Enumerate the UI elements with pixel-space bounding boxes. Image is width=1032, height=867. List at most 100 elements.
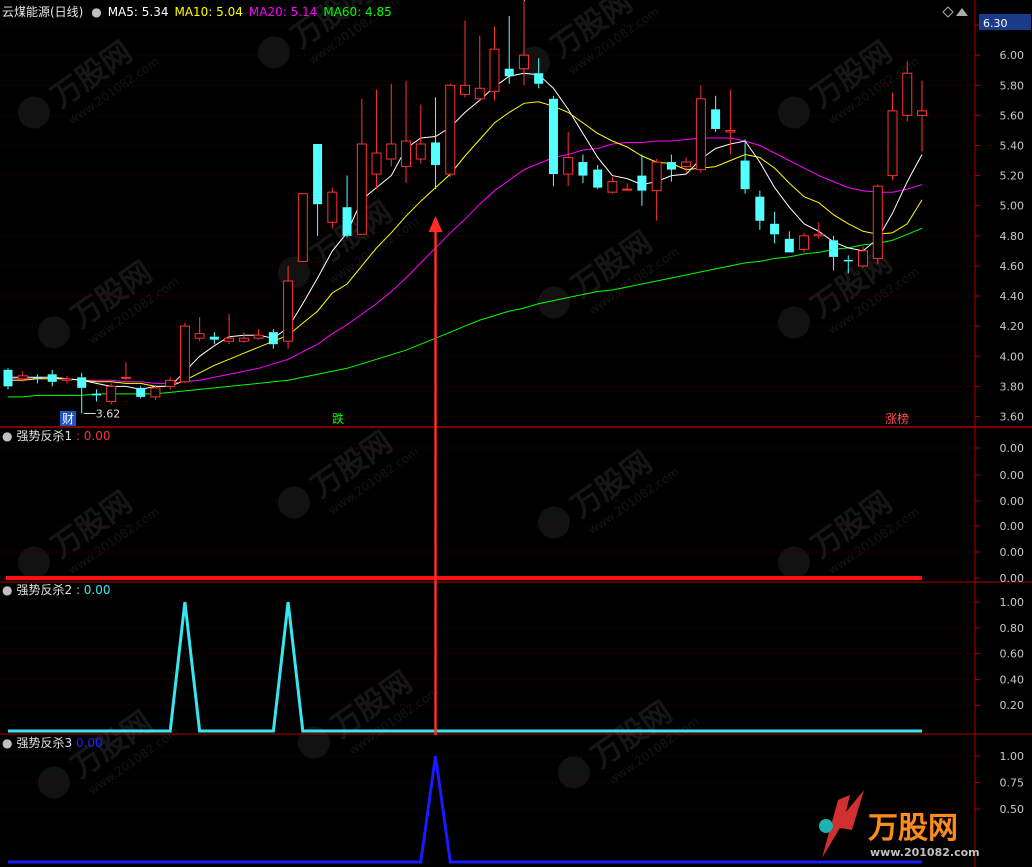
event-tag[interactable]: 财 xyxy=(62,412,74,426)
y-tick-label: 0.20 xyxy=(1000,699,1025,712)
candle[interactable] xyxy=(755,190,765,230)
candle[interactable] xyxy=(917,80,927,152)
ma-value: 4.85 xyxy=(365,5,392,19)
candle[interactable] xyxy=(651,159,662,221)
y-tick-label: 3.60 xyxy=(1000,410,1025,423)
candle[interactable] xyxy=(637,154,647,206)
watermark-layer: 万股网www.201082.com 万股网www.201082.com 万股网www… xyxy=(17,0,922,799)
candle[interactable] xyxy=(342,175,352,238)
candle[interactable] xyxy=(548,95,558,187)
ma-label: MA10: xyxy=(174,5,216,19)
candle[interactable] xyxy=(209,332,219,345)
candle[interactable] xyxy=(120,362,131,381)
watermark: 万股网www.201082.com xyxy=(517,0,662,79)
y-tick-label: 0.00 xyxy=(1000,495,1025,508)
y-tick-label: 1.00 xyxy=(1000,750,1025,763)
candle[interactable] xyxy=(711,95,721,132)
indicator-name: 强势反杀1 xyxy=(16,428,72,443)
candle[interactable] xyxy=(77,372,87,414)
candle[interactable] xyxy=(194,317,205,342)
ma-value: 5.14 xyxy=(291,5,318,19)
indicator-value: 0.00 xyxy=(84,583,111,597)
signal-arrow-head xyxy=(428,216,443,232)
y-tick-label: 4.60 xyxy=(1000,260,1025,273)
high-marker-arrow xyxy=(523,0,526,2)
candle[interactable] xyxy=(238,332,249,343)
candle[interactable] xyxy=(356,98,367,235)
candle[interactable] xyxy=(563,131,574,187)
candle[interactable] xyxy=(297,193,308,262)
y-tick-label: 5.20 xyxy=(1000,170,1025,183)
candle[interactable] xyxy=(371,89,382,190)
indicator-value: 0.00 xyxy=(84,429,111,443)
logo-brand-text: 万股网 xyxy=(868,811,958,846)
watermark: 万股网www.201082.com xyxy=(17,485,162,579)
watermark: 万股网www.201082.com xyxy=(37,705,182,799)
candle[interactable] xyxy=(784,231,794,253)
y-tick-label: 4.40 xyxy=(1000,290,1025,303)
candle[interactable] xyxy=(106,383,117,405)
candle[interactable] xyxy=(224,314,235,345)
candle[interactable] xyxy=(799,232,810,253)
candle[interactable] xyxy=(3,368,13,390)
indicator-icon: ● xyxy=(2,583,12,597)
candle[interactable] xyxy=(136,386,146,399)
y-tick-label: 0.40 xyxy=(1000,673,1025,686)
candle[interactable] xyxy=(253,329,264,340)
watermark: 万股网www.201082.com xyxy=(557,695,702,789)
indicator-label: ● 强势反杀1 : 0.00 xyxy=(2,428,111,443)
candle[interactable] xyxy=(872,184,883,265)
y-tick-label: 3.80 xyxy=(1000,380,1025,393)
candle[interactable] xyxy=(829,235,839,271)
candle[interactable] xyxy=(740,139,750,194)
candle[interactable] xyxy=(622,183,633,191)
candle[interactable] xyxy=(474,35,485,101)
brand-logo: 万股网www.201082.com xyxy=(819,790,980,859)
diamond-icon[interactable] xyxy=(942,6,954,18)
candle[interactable] xyxy=(327,187,338,229)
candle[interactable] xyxy=(47,369,57,387)
candle[interactable] xyxy=(268,329,278,349)
candle[interactable] xyxy=(91,389,101,402)
candle[interactable] xyxy=(445,83,456,178)
candle[interactable] xyxy=(607,177,618,194)
y-tick-label: 0.00 xyxy=(1000,546,1025,559)
candle[interactable] xyxy=(770,211,780,244)
stock-chart-canvas[interactable]: 万股网www.201082.com 万股网www.201082.com 万股网www… xyxy=(0,0,1032,867)
y-tick-label: 1.00 xyxy=(1000,596,1025,609)
watermark: 万股网www.201082.com xyxy=(17,35,162,129)
candle[interactable] xyxy=(61,375,72,384)
candle[interactable] xyxy=(887,92,898,181)
candle[interactable] xyxy=(386,83,397,167)
candle[interactable] xyxy=(858,246,869,268)
candle[interactable] xyxy=(578,154,588,184)
candle[interactable] xyxy=(695,85,706,173)
candle[interactable] xyxy=(179,323,190,384)
ma-value: 5.34 xyxy=(142,5,169,19)
low-marker-label: 3.62 xyxy=(96,407,121,420)
logo-coin-icon xyxy=(819,819,833,833)
candle[interactable] xyxy=(813,222,824,239)
candle[interactable] xyxy=(460,20,470,98)
y-tick-label: 5.00 xyxy=(1000,200,1025,213)
indicator-sep: : xyxy=(72,429,84,443)
event-tag[interactable]: 跌 xyxy=(332,411,344,426)
ma-label: MA20: xyxy=(249,5,291,19)
candle[interactable] xyxy=(32,374,42,384)
candle[interactable] xyxy=(415,104,426,164)
ma-label: MA60: xyxy=(323,5,365,19)
indicator-name: 强势反杀3 xyxy=(16,735,72,750)
event-tag[interactable]: 涨榜 xyxy=(885,411,909,426)
high-marker-label: 6.36 xyxy=(536,0,561,2)
candle[interactable] xyxy=(489,26,500,101)
candle[interactable] xyxy=(666,154,676,182)
watermark: 万股网www.201082.com xyxy=(777,485,922,579)
candle[interactable] xyxy=(313,143,323,236)
candle[interactable] xyxy=(401,80,412,184)
triangle-icon[interactable] xyxy=(956,8,968,16)
candle[interactable] xyxy=(165,377,176,390)
candle[interactable] xyxy=(504,16,514,84)
y-tick-label: 5.80 xyxy=(1000,79,1025,92)
candle[interactable] xyxy=(593,165,603,190)
watermark: 万股网www.201082.com xyxy=(777,35,922,129)
